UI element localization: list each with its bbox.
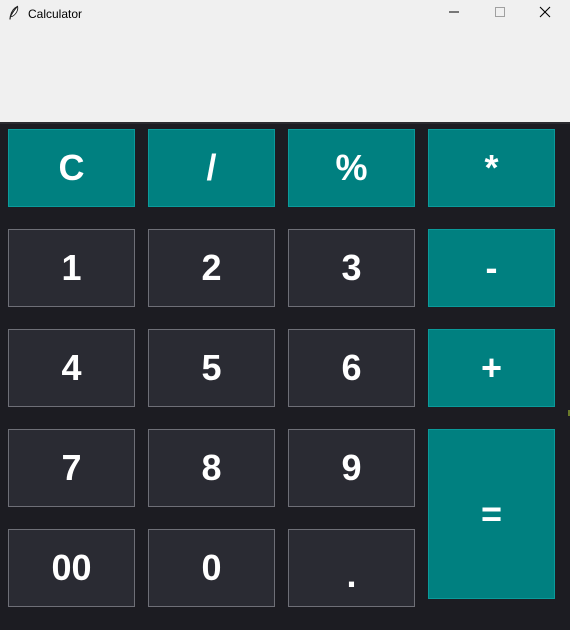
minimize-icon [448, 5, 460, 23]
digit-9-button[interactable]: 9 [288, 429, 415, 507]
maximize-button[interactable] [477, 0, 523, 28]
add-button[interactable]: + [428, 329, 555, 407]
digit-8-button[interactable]: 8 [148, 429, 275, 507]
digit-7-button[interactable]: 7 [8, 429, 135, 507]
multiply-button[interactable]: * [428, 129, 555, 207]
digit-2-button[interactable]: 2 [148, 229, 275, 307]
digit-4-button[interactable]: 4 [8, 329, 135, 407]
maximize-icon [494, 5, 506, 23]
digit-1-button[interactable]: 1 [8, 229, 135, 307]
close-button[interactable] [522, 0, 568, 28]
close-icon [539, 5, 551, 23]
double-zero-button[interactable]: 00 [8, 529, 135, 607]
keypad: C / % * 1 2 3 - 4 5 6 + 7 8 9 = 00 0 . [0, 124, 570, 630]
title-bar: Calculator [0, 0, 570, 28]
digit-5-button[interactable]: 5 [148, 329, 275, 407]
subtract-button[interactable]: - [428, 229, 555, 307]
percent-button[interactable]: % [288, 129, 415, 207]
calculator-display [0, 28, 570, 124]
feather-icon [6, 5, 22, 21]
clear-button[interactable]: C [8, 129, 135, 207]
minimize-button[interactable] [431, 0, 477, 28]
digit-3-button[interactable]: 3 [288, 229, 415, 307]
divide-button[interactable]: / [148, 129, 275, 207]
decimal-button[interactable]: . [288, 529, 415, 607]
digit-6-button[interactable]: 6 [288, 329, 415, 407]
digit-0-button[interactable]: 0 [148, 529, 275, 607]
equals-button[interactable]: = [428, 429, 555, 599]
window-title: Calculator [28, 7, 83, 21]
